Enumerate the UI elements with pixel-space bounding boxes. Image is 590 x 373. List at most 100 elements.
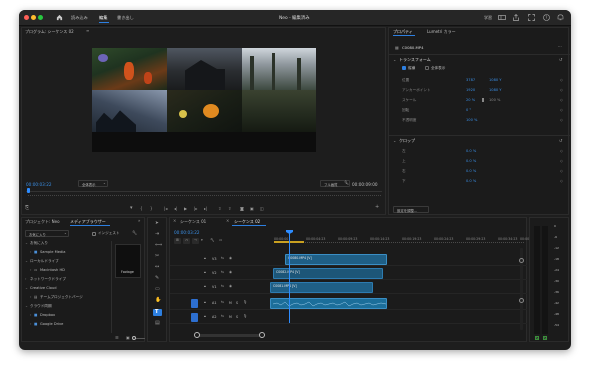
comparison-view-icon[interactable]: ▣ [250,206,254,211]
keyframe-diamond-icon[interactable]: ◇ [560,108,563,112]
type-tool-icon[interactable]: T [153,309,162,316]
crop-right-value[interactable]: 0.0 % [466,169,476,173]
anchor-x-value[interactable]: 1920 [466,88,475,92]
checkbox-checked[interactable] [402,66,406,70]
program-current-timecode[interactable]: 00:00:03:22 [26,182,52,187]
workspaces-icon[interactable] [498,15,506,20]
lock-icon[interactable]: 🔒︎ [204,314,206,319]
ripple-edit-tool-icon[interactable]: ⟺ [155,243,162,248]
video-clip[interactable]: C0081.MP4 [V] [270,282,373,293]
scrollbar-handle[interactable] [519,298,524,303]
timeline-playhead[interactable] [289,231,290,323]
share-icon[interactable] [513,14,519,21]
crop-heading[interactable]: クロップ [399,138,415,144]
microphone-icon[interactable]: 🎙︎ [243,314,247,319]
timeline-settings-icon[interactable]: 🔧︎ [210,238,214,243]
scale-value[interactable]: 20 % [466,98,475,102]
mark-out-icon[interactable]: } [150,206,153,211]
reset-icon[interactable]: ↺ [559,138,562,143]
keyframe-diamond-icon[interactable]: ◇ [560,179,563,183]
program-scrubber-track[interactable] [26,191,382,192]
keyframe-diamond-icon[interactable]: ◇ [560,98,563,102]
fit-dropdown[interactable]: 全体表示 ⌄ [78,180,108,187]
wrench-icon[interactable]: 🔧︎ [132,230,137,235]
panel-menu-icon[interactable]: ≡ [86,28,89,33]
opacity-value[interactable]: 100 % [466,118,477,122]
close-tab-icon[interactable]: × [173,218,176,223]
crop-top-value[interactable]: 0.0 % [466,159,476,163]
video-clip[interactable]: C0080.MP4 [V] [285,254,387,265]
eye-icon[interactable]: ◉ [229,284,232,289]
keyframe-diamond-icon[interactable]: ◇ [560,169,563,173]
go-to-out-icon[interactable]: ▸| [204,206,207,211]
zoom-window-button[interactable] [38,15,43,20]
pen-tool-icon[interactable]: ✎ [155,276,159,281]
add-marker-icon[interactable]: ▾ [201,238,203,243]
zoom-scrollbar-handle-right[interactable] [259,332,265,338]
crop-bottom-value[interactable]: 0.0 % [466,179,476,183]
position-x-value[interactable]: 3787 [466,78,475,82]
source-patch-a1[interactable] [191,299,198,308]
position-y-value[interactable]: 1080 Y [489,78,501,82]
lock-icon[interactable]: 🔒︎ [204,284,206,289]
time-ruler[interactable]: 00:00:00 00:00:04:23 00:00:09:23 00:00:1… [274,230,530,244]
rectangle-tool-icon[interactable]: ▭ [155,287,160,292]
scrollbar-handle[interactable] [519,258,524,263]
close-window-button[interactable] [24,15,29,20]
anchor-y-value[interactable]: 1080 Y [489,88,501,92]
learn-label[interactable]: 学習 [484,15,492,21]
help-icon[interactable]: ? [543,14,550,21]
mark-in-icon[interactable]: { [140,206,143,211]
minimize-window-button[interactable] [31,15,36,20]
lift-icon[interactable]: ⇧ [218,206,221,211]
linked-selection-icon[interactable]: ⊸ [192,238,199,244]
tab-edit[interactable]: 編集 [99,15,107,21]
tab-project[interactable]: プロジェクト: Neo [25,219,60,225]
selection-tool-icon[interactable]: ➤ [155,221,159,226]
chevron-down-icon[interactable]: ⌄ [393,57,396,62]
razor-tool-icon[interactable]: ✂ [155,254,159,259]
source-patch-a2[interactable] [191,313,198,322]
keyframe-diamond-icon[interactable]: ◇ [560,88,563,92]
home-icon[interactable] [56,14,63,21]
eye-icon[interactable]: ◉ [229,270,232,275]
zoom-scrollbar-handle-left[interactable] [194,332,200,338]
timeline-timecode[interactable]: 00:00:03:22 [174,230,200,235]
tab-lumetri[interactable]: Lumetri カラー [427,29,456,35]
list-view-icon[interactable]: ☰ [115,335,119,340]
solo-left-button[interactable]: S [535,336,539,340]
sync-lock-icon[interactable]: ⇆ [221,256,224,261]
sync-lock-icon[interactable]: ⇆ [221,270,224,275]
crop-left-value[interactable]: 0.0 % [466,149,476,153]
sync-lock-icon[interactable]: ⇆ [221,314,224,319]
icon-view-icon[interactable]: ▣ [126,335,130,340]
program-playhead[interactable] [27,188,30,193]
tab-import[interactable]: 読み込み [71,15,88,21]
hand-tool-icon[interactable]: ✋ [155,298,161,303]
add-marker-icon[interactable]: ▾ [130,206,133,211]
close-tab-icon[interactable]: × [226,218,229,223]
more-options-icon[interactable]: ··· [558,44,562,49]
checkbox-unchecked[interactable] [425,66,429,70]
camera-icon[interactable]: ◙ [240,206,244,211]
location-dropdown[interactable]: お気に入り ⌄ [25,230,69,237]
program-monitor-tab[interactable]: プログラム: シーケンス 02 [25,29,74,35]
wrench-icon[interactable]: 🔧︎ [344,180,349,185]
keyframe-diamond-icon[interactable]: ◇ [560,78,563,82]
captions-icon[interactable]: ▭ [219,238,222,243]
lock-icon[interactable]: 🔒︎ [204,300,206,305]
step-back-icon[interactable]: ◂| [174,206,177,211]
keyframe-diamond-icon[interactable]: ◇ [560,159,563,163]
export-frame-icon[interactable]: ⎘ [25,206,29,211]
mute-button[interactable]: M [229,315,232,319]
solo-right-button[interactable]: S [543,336,547,340]
footage-thumbnail[interactable]: Footage [115,244,141,278]
play-icon[interactable]: ▶ [184,206,187,211]
vr-icon[interactable]: ◫ [260,206,264,211]
keyframe-diamond-icon[interactable]: ◇ [560,149,563,153]
rotation-value[interactable]: 0 ° [466,108,471,112]
add-button-icon[interactable]: + [375,205,379,210]
zoom-slider-thumb[interactable] [132,336,136,340]
transform-heading[interactable]: トランスフォーム [399,57,431,63]
snap-icon[interactable]: ∩ [183,238,190,244]
